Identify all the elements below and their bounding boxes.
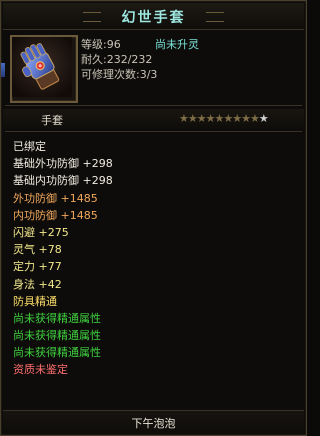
attribute-line: 已绑定 (13, 140, 46, 153)
durability-text: 耐久:232/232 (81, 53, 153, 66)
attribute-line: 基础外功防御 +298 (13, 157, 113, 171)
item-icon-frame (10, 35, 78, 103)
attribute-line: 内功防御 +1485 (13, 208, 98, 222)
title-ornament-left (83, 12, 101, 22)
frame-gem-decoration (1, 63, 5, 77)
divider (5, 131, 302, 132)
star-icon: ★ (223, 112, 233, 125)
star-icon: ★ (241, 112, 251, 125)
star-icon: ★ (250, 112, 260, 125)
item-tooltip: 幻世手套 等级:96 尚未升灵 耐久:232/232 可修理次数:3/3 手套 … (0, 0, 307, 436)
attribute-line: 定力 +77 (13, 260, 62, 274)
attribute-line: 尚未获得精通属性 (13, 329, 101, 343)
attribute-list: 已绑定基础外功防御 +298 基础内功防御 +298 外功防御 +1485 内功防御 … (13, 138, 113, 379)
star-icon: ★ (187, 112, 198, 125)
owner-name: 下午泡泡 (131, 417, 176, 430)
item-basic-stats: 等级:96 尚未升灵 耐久:232/232 可修理次数:3/3 (81, 37, 199, 82)
item-type-label: 手套 (41, 114, 63, 127)
attribute-line: 身法 +42 (13, 277, 62, 291)
attribute-line: 尚未获得精通属性 (13, 311, 101, 325)
attribute-line: 防具精通 (13, 294, 57, 308)
star-icon: ★ (258, 112, 269, 125)
level-text: 等级:96 (81, 38, 121, 51)
footer-bar: 下午泡泡 (3, 410, 304, 433)
item-type-row: 手套 ★★★★★★★★★★ (3, 109, 304, 129)
star-icon: ★ (232, 112, 242, 125)
repair-count-text: 可修理次数:3/3 (81, 68, 158, 81)
star-icon: ★ (205, 112, 216, 125)
spirit-status-text: 尚未升灵 (155, 38, 199, 51)
gauntlet-icon (12, 37, 72, 97)
title-ornament-right (206, 12, 224, 22)
star-rating: ★★★★★★★★★★ (179, 112, 269, 125)
attribute-line: 闪避 +275 (13, 225, 69, 239)
attribute-line: 灵气 +78 (13, 243, 62, 257)
attribute-line: 资质未鉴定 (13, 363, 68, 377)
star-icon: ★ (196, 112, 207, 125)
divider (5, 105, 302, 106)
attribute-line: 基础内功防御 +298 (13, 174, 113, 188)
attribute-line: 外功防御 +1485 (13, 191, 98, 205)
star-icon: ★ (179, 112, 189, 125)
title-bar: 幻世手套 (3, 3, 304, 30)
attribute-line: 尚未获得精通属性 (13, 346, 101, 360)
item-title: 幻世手套 (121, 10, 186, 26)
